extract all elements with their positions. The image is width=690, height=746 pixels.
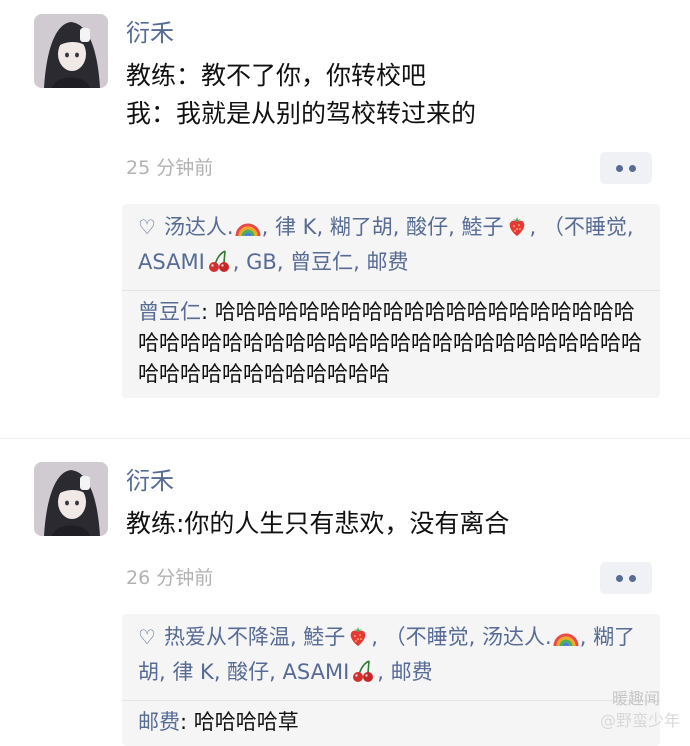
liker-separator: , xyxy=(276,250,291,274)
strawberry-emoji-icon xyxy=(346,624,370,657)
watermark-line1: 暖趣闻 xyxy=(611,689,660,708)
comment-author[interactable]: 曾豆仁 xyxy=(138,300,201,324)
avatar[interactable] xyxy=(34,14,108,88)
likes-list: ♡ 热爱从不降温, 鯥子, （不睡觉, 汤达人., 糊了胡, 律 K, 酸仔, A… xyxy=(122,614,660,700)
post-text-line: 教练:你的人生只有悲欢，没有离合 xyxy=(126,509,510,538)
more-button[interactable] xyxy=(600,152,652,184)
heart-outline-icon: ♡ xyxy=(138,625,156,649)
comment[interactable]: 曾豆仁: 哈哈哈哈哈哈哈哈哈哈哈哈哈哈哈哈哈哈哈哈哈哈哈哈哈哈哈哈哈哈哈哈哈哈哈… xyxy=(122,291,660,398)
liker-separator: , xyxy=(392,215,407,239)
comment-text: 哈哈哈哈草 xyxy=(193,710,299,734)
liker-separator: , xyxy=(289,625,304,649)
liker-name[interactable]: 热爱从不降温 xyxy=(164,625,290,649)
liker-name[interactable]: 律 K xyxy=(275,215,316,239)
comment[interactable]: 邮费: 哈哈哈哈草 xyxy=(122,701,660,746)
author-name[interactable]: 衍禾 xyxy=(126,18,174,48)
avatar-image xyxy=(34,462,108,536)
post-timestamp: 25 分钟前 xyxy=(126,157,214,179)
liker-separator: , xyxy=(269,660,283,684)
post-timestamp: 26 分钟前 xyxy=(126,567,214,589)
liker-name[interactable]: 邮费 xyxy=(391,660,433,684)
more-dots-icon xyxy=(616,165,623,172)
strawberry-emoji-icon xyxy=(505,214,529,247)
liker-name[interactable]: 糊了胡 xyxy=(330,215,393,239)
liker-separator: , xyxy=(261,215,275,239)
comment-separator: : xyxy=(180,710,194,734)
liker-name[interactable]: 汤达人. xyxy=(482,625,552,649)
liker-separator: , xyxy=(377,660,391,684)
post-divider xyxy=(0,438,690,439)
liker-separator: , xyxy=(448,215,462,239)
liker-name[interactable]: （不睡觉 xyxy=(385,625,469,649)
liker-name[interactable]: 邮费 xyxy=(367,250,409,274)
rainbow-emoji-icon xyxy=(553,626,579,657)
rainbow-emoji-icon xyxy=(235,216,261,247)
liker-name[interactable]: 曾豆仁 xyxy=(290,250,353,274)
post-text-line: 教练：教不了你，你转校吧 xyxy=(126,61,427,90)
cherries-emoji-icon xyxy=(350,659,376,692)
liker-separator: , xyxy=(232,250,247,274)
likes-list: ♡ 汤达人., 律 K, 糊了胡, 酸仔, 鯥子, （不睡觉, ASAMI, GB… xyxy=(122,204,660,290)
cherries-emoji-icon xyxy=(206,249,232,282)
liker-separator: , xyxy=(316,215,330,239)
liker-separator: , xyxy=(626,215,634,239)
more-dots-icon xyxy=(616,575,623,582)
comment-author[interactable]: 邮费 xyxy=(138,710,180,734)
post-text-line: 我：我就是从别的驾校转过来的 xyxy=(126,99,477,128)
watermark-line2: @野蛮少年 xyxy=(599,711,680,730)
liker-name[interactable]: 鯥子 xyxy=(462,215,504,239)
more-button[interactable] xyxy=(600,562,652,594)
liker-name[interactable]: （不睡觉 xyxy=(543,215,627,239)
avatar-image xyxy=(34,14,108,88)
liker-name[interactable]: 律 K xyxy=(172,660,213,684)
liker-name[interactable]: 酸仔 xyxy=(227,660,269,684)
liker-name[interactable]: GB xyxy=(246,250,277,274)
liker-separator: , xyxy=(371,625,385,649)
liker-separator: , xyxy=(159,660,173,684)
liker-separator: , xyxy=(579,625,594,649)
liker-separator: , xyxy=(353,250,367,274)
liker-separator: , xyxy=(529,215,543,239)
interaction-panel: ♡ 热爱从不降温, 鯥子, （不睡觉, 汤达人., 糊了胡, 律 K, 酸仔, A… xyxy=(122,614,660,746)
liker-separator: , xyxy=(468,625,483,649)
liker-name[interactable]: ASAMI xyxy=(283,660,350,684)
liker-name[interactable]: 鯥子 xyxy=(303,625,345,649)
interaction-panel: ♡ 汤达人., 律 K, 糊了胡, 酸仔, 鯥子, （不睡觉, ASAMI, GB… xyxy=(122,204,660,398)
watermark: 暖趣闻 @野蛮少年 xyxy=(599,689,680,731)
liker-name[interactable]: ASAMI xyxy=(138,250,205,274)
more-dots-icon xyxy=(629,575,636,582)
liker-name[interactable]: 汤达人. xyxy=(164,215,234,239)
liker-separator: , xyxy=(213,660,228,684)
author-name[interactable]: 衍禾 xyxy=(126,466,174,496)
avatar[interactable] xyxy=(34,462,108,536)
comment-separator: : xyxy=(201,300,215,324)
heart-outline-icon: ♡ xyxy=(138,215,156,239)
more-dots-icon xyxy=(629,165,636,172)
liker-name[interactable]: 酸仔 xyxy=(406,215,448,239)
